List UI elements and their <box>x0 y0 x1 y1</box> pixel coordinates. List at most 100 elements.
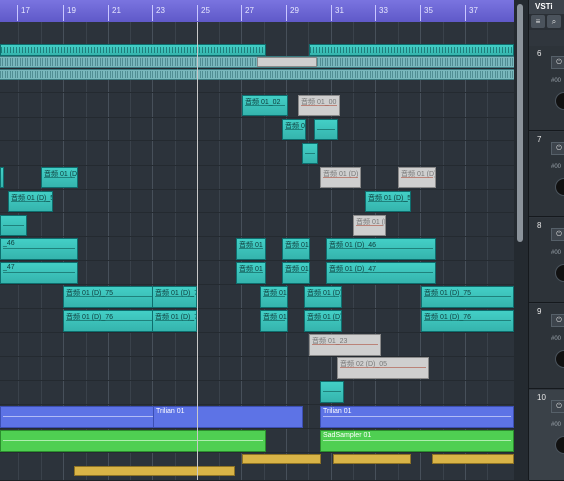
midi-notes <box>285 129 303 130</box>
timeline-ruler[interactable]: 17 19 21 23 25 27 29 31 33 35 37 <box>0 0 514 22</box>
track-separator <box>0 404 514 405</box>
muted-audio-clip[interactable]: 音频 01 (D) <box>353 215 386 236</box>
audio-clip[interactable]: 音频 01 (D)_54 <box>365 191 411 212</box>
ruler-bar-21: 21 <box>108 5 121 21</box>
vsti-title: VSTi <box>529 0 564 14</box>
midi-notes <box>3 440 263 441</box>
search-icon[interactable]: ⌕ <box>547 15 561 28</box>
power-icon[interactable]: ⏻ <box>551 314 564 327</box>
vsti-toolbar: ≡ ⌕ <box>529 14 564 30</box>
midi-notes <box>155 296 194 297</box>
midi-notes <box>155 320 194 321</box>
audio-strip[interactable] <box>0 69 514 80</box>
waveform <box>0 71 514 78</box>
clip-label: Trilian 01 <box>323 408 352 415</box>
track-separator <box>0 356 514 357</box>
audio-clip[interactable]: 音频 01 (D)_76 <box>421 310 514 332</box>
audio-clip[interactable] <box>309 44 514 56</box>
instrument-clip[interactable] <box>432 454 514 464</box>
audio-clip[interactable]: 音频 01 (D)_76 <box>152 310 197 332</box>
midi-notes <box>424 320 511 321</box>
clip-label: _47 <box>3 264 15 271</box>
muted-audio-clip[interactable]: 音频 01 (D) <box>320 167 361 188</box>
instrument-clip[interactable]: Trilian 01 <box>153 406 303 428</box>
vsti-slot[interactable]: 10 ⏻ #00 <box>529 390 564 481</box>
audio-clip[interactable]: 音频 01 <box>260 310 288 332</box>
scroll-thumb[interactable] <box>517 4 523 242</box>
audio-clip[interactable]: 音频 01 <box>260 286 288 308</box>
audio-clip[interactable] <box>0 44 266 56</box>
power-icon[interactable]: ⏻ <box>551 142 564 155</box>
ruler-bar-25: 25 <box>197 5 210 21</box>
clip-label: _46 <box>3 240 15 247</box>
audio-clip[interactable]: 音频 01 <box>282 238 310 260</box>
audio-clip[interactable]: _47 <box>0 262 78 284</box>
muted-audio-clip[interactable]: 音频 02 (D)_05 <box>337 357 429 379</box>
audio-clip[interactable]: 音频 01 <box>236 238 266 260</box>
audio-clip[interactable]: 音频 01 <box>282 262 310 284</box>
audio-clip[interactable]: 音频 01 (D)_75 <box>152 286 197 308</box>
instrument-clip[interactable] <box>242 454 321 464</box>
muted-audio-clip[interactable]: 音频 01_23 <box>309 334 381 356</box>
instrument-clip[interactable] <box>74 466 235 476</box>
audio-clip[interactable]: 音频 01 (D) <box>304 310 342 332</box>
vsti-slot[interactable]: 7 ⏻ #00 <box>529 132 564 217</box>
slot-number: 8 <box>537 221 542 230</box>
vertical-scrollbar[interactable] <box>514 0 528 480</box>
midi-notes <box>301 105 337 106</box>
volume-knob[interactable] <box>555 436 564 454</box>
waveform <box>310 47 513 53</box>
audio-clip[interactable]: 音频 01 (D) <box>304 286 342 308</box>
audio-clip[interactable] <box>302 143 318 164</box>
midi-notes <box>3 225 24 226</box>
audio-clip[interactable]: 音频 01 (D)_46 <box>326 238 436 260</box>
muted-audio-clip[interactable] <box>257 57 317 67</box>
volume-knob[interactable] <box>555 92 564 110</box>
vsti-slot[interactable]: 8 ⏻ #00 <box>529 218 564 303</box>
instrument-clip[interactable] <box>0 430 266 452</box>
instrument-clip[interactable]: Trilian 01 <box>320 406 514 428</box>
midi-notes <box>239 248 263 249</box>
midi-notes <box>285 248 307 249</box>
vsti-slot[interactable]: 6 ⏻ #00 <box>529 46 564 131</box>
volume-knob[interactable] <box>555 264 564 282</box>
ruler-bar-31: 31 <box>331 5 344 21</box>
track-separator <box>0 332 514 333</box>
slot-number: 10 <box>537 393 546 402</box>
midi-notes <box>312 344 378 345</box>
audio-clip[interactable]: 音频 01 (D)_47 <box>326 262 436 284</box>
audio-clip[interactable] <box>0 167 4 188</box>
instrument-clip[interactable] <box>333 454 411 464</box>
power-icon[interactable]: ⏻ <box>551 228 564 241</box>
muted-audio-clip[interactable]: 音频 01 (D) <box>398 167 436 188</box>
audio-clip[interactable]: 音频 01_02 <box>242 95 288 116</box>
audio-clip[interactable]: 音频 01 (D) <box>41 167 78 188</box>
instrument-clip[interactable]: SadSampler 01 <box>320 430 514 452</box>
audio-clip[interactable]: 音频 0 <box>282 119 306 140</box>
power-icon[interactable]: ⏻ <box>551 400 564 413</box>
ruler-bar-27: 27 <box>241 5 254 21</box>
arrange-grid[interactable]: 音频 01_02 音频 01_00 音频 0 音频 01 (D) 音频 01 (… <box>0 22 514 480</box>
vsti-slot[interactable]: 9 ⏻ #00 <box>529 304 564 389</box>
audio-clip[interactable]: 音频 01 (D)_75 <box>421 286 514 308</box>
audio-clip[interactable] <box>314 119 338 140</box>
settings-icon[interactable]: ≡ <box>531 15 545 28</box>
midi-notes <box>263 320 285 321</box>
track-separator <box>0 92 514 93</box>
slot-value: #00 <box>551 422 562 428</box>
power-icon[interactable]: ⏻ <box>551 56 564 69</box>
audio-clip[interactable]: 音频 01 <box>236 262 266 284</box>
volume-knob[interactable] <box>555 178 564 196</box>
slot-value: #00 <box>551 250 562 256</box>
midi-notes <box>3 272 75 273</box>
track-separator <box>0 452 514 453</box>
audio-clip[interactable] <box>320 381 344 403</box>
audio-clip[interactable]: _46 <box>0 238 78 260</box>
audio-clip[interactable] <box>0 215 27 236</box>
midi-notes <box>368 201 408 202</box>
midi-notes <box>317 129 335 130</box>
volume-knob[interactable] <box>555 350 564 368</box>
audio-clip[interactable]: 音频 01 (D)_54 <box>8 191 53 212</box>
slot-value: #00 <box>551 336 562 342</box>
muted-audio-clip[interactable]: 音频 01_00 <box>298 95 340 116</box>
